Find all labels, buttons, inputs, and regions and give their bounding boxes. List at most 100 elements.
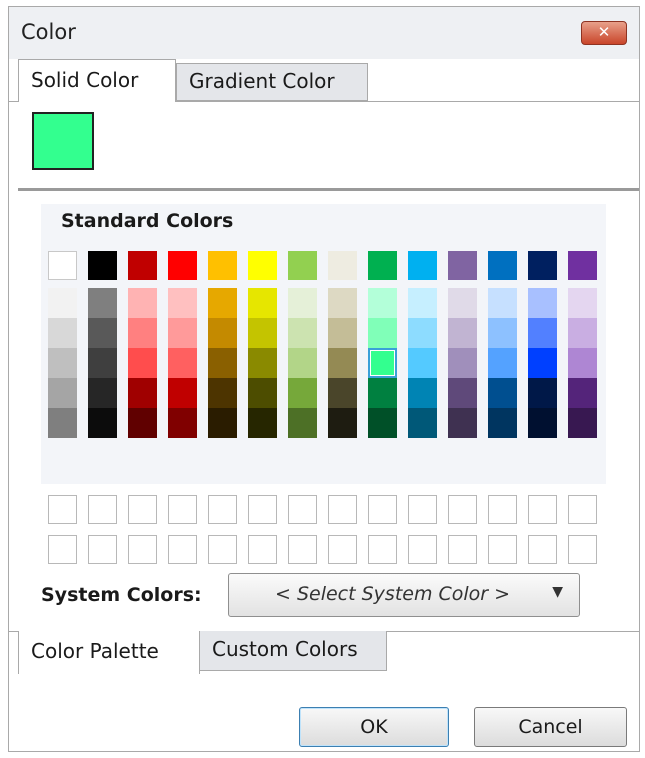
shade-color-swatch[interactable]: [288, 288, 317, 318]
shade-color-swatch[interactable]: [288, 408, 317, 438]
shade-color-swatch[interactable]: [48, 288, 77, 318]
custom-color-slot[interactable]: [568, 535, 597, 564]
custom-color-slot[interactable]: [368, 495, 397, 524]
custom-color-slot[interactable]: [128, 495, 157, 524]
custom-color-slot[interactable]: [88, 495, 117, 524]
custom-color-slot[interactable]: [528, 495, 557, 524]
shade-color-swatch[interactable]: [248, 318, 277, 348]
custom-color-slot[interactable]: [408, 495, 437, 524]
shade-color-swatch[interactable]: [488, 288, 517, 318]
shade-color-swatch[interactable]: [208, 348, 237, 378]
custom-color-slot[interactable]: [488, 535, 517, 564]
shade-color-swatch[interactable]: [168, 408, 197, 438]
shade-color-swatch[interactable]: [328, 288, 357, 318]
top-color-swatch[interactable]: [208, 251, 237, 280]
shade-color-swatch[interactable]: [448, 348, 477, 378]
custom-color-slot[interactable]: [368, 535, 397, 564]
top-color-swatch[interactable]: [288, 251, 317, 280]
shade-color-swatch[interactable]: [368, 378, 397, 408]
custom-color-slot[interactable]: [48, 495, 77, 524]
shade-color-swatch[interactable]: [328, 408, 357, 438]
shade-color-swatch[interactable]: [288, 318, 317, 348]
shade-color-swatch[interactable]: [248, 378, 277, 408]
shade-color-swatch[interactable]: [568, 408, 597, 438]
shade-color-swatch[interactable]: [208, 378, 237, 408]
shade-color-swatch[interactable]: [48, 348, 77, 378]
top-color-swatch[interactable]: [128, 251, 157, 280]
cancel-button[interactable]: Cancel: [474, 707, 627, 747]
shade-color-swatch[interactable]: [168, 378, 197, 408]
shade-color-swatch[interactable]: [248, 288, 277, 318]
custom-color-slot[interactable]: [168, 495, 197, 524]
shade-color-swatch[interactable]: [168, 288, 197, 318]
shade-color-swatch[interactable]: [568, 318, 597, 348]
top-color-swatch[interactable]: [528, 251, 557, 280]
tab-solid-color[interactable]: Solid Color: [18, 59, 176, 102]
shade-color-swatch[interactable]: [448, 318, 477, 348]
top-color-swatch[interactable]: [488, 251, 517, 280]
shade-color-swatch[interactable]: [568, 378, 597, 408]
shade-color-swatch[interactable]: [528, 408, 557, 438]
top-color-swatch[interactable]: [568, 251, 597, 280]
shade-color-swatch[interactable]: [408, 318, 437, 348]
top-color-swatch[interactable]: [88, 251, 117, 280]
custom-color-slot[interactable]: [248, 495, 277, 524]
shade-color-swatch[interactable]: [368, 318, 397, 348]
shade-color-swatch[interactable]: [408, 288, 437, 318]
custom-color-slot[interactable]: [328, 495, 357, 524]
shade-color-swatch[interactable]: [328, 318, 357, 348]
selected-color-swatch[interactable]: [368, 348, 397, 378]
shade-color-swatch[interactable]: [248, 348, 277, 378]
custom-color-slot[interactable]: [248, 535, 277, 564]
tab-custom-colors[interactable]: Custom Colors: [199, 631, 387, 671]
shade-color-swatch[interactable]: [208, 408, 237, 438]
shade-color-swatch[interactable]: [368, 288, 397, 318]
shade-color-swatch[interactable]: [448, 408, 477, 438]
shade-color-swatch[interactable]: [208, 288, 237, 318]
shade-color-swatch[interactable]: [488, 348, 517, 378]
shade-color-swatch[interactable]: [328, 378, 357, 408]
shade-color-swatch[interactable]: [128, 378, 157, 408]
shade-color-swatch[interactable]: [88, 318, 117, 348]
tab-color-palette[interactable]: Color Palette: [18, 631, 200, 674]
custom-color-slot[interactable]: [48, 535, 77, 564]
shade-color-swatch[interactable]: [528, 378, 557, 408]
system-color-dropdown[interactable]: < Select System Color > ▼: [228, 573, 580, 617]
close-button[interactable]: ✕: [581, 21, 627, 45]
shade-color-swatch[interactable]: [168, 348, 197, 378]
top-color-swatch[interactable]: [448, 251, 477, 280]
top-color-swatch[interactable]: [48, 251, 77, 280]
custom-color-slot[interactable]: [448, 495, 477, 524]
custom-color-slot[interactable]: [288, 495, 317, 524]
shade-color-swatch[interactable]: [128, 408, 157, 438]
shade-color-swatch[interactable]: [488, 378, 517, 408]
shade-color-swatch[interactable]: [568, 348, 597, 378]
custom-color-slot[interactable]: [288, 535, 317, 564]
shade-color-swatch[interactable]: [568, 288, 597, 318]
top-color-swatch[interactable]: [168, 251, 197, 280]
shade-color-swatch[interactable]: [488, 408, 517, 438]
shade-color-swatch[interactable]: [528, 348, 557, 378]
shade-color-swatch[interactable]: [288, 348, 317, 378]
custom-color-slot[interactable]: [88, 535, 117, 564]
shade-color-swatch[interactable]: [208, 318, 237, 348]
top-color-swatch[interactable]: [328, 251, 357, 280]
custom-color-slot[interactable]: [128, 535, 157, 564]
custom-color-slot[interactable]: [168, 535, 197, 564]
shade-color-swatch[interactable]: [408, 408, 437, 438]
top-color-swatch[interactable]: [248, 251, 277, 280]
top-color-swatch[interactable]: [408, 251, 437, 280]
custom-color-slot[interactable]: [448, 535, 477, 564]
custom-color-slot[interactable]: [328, 535, 357, 564]
shade-color-swatch[interactable]: [448, 378, 477, 408]
shade-color-swatch[interactable]: [88, 348, 117, 378]
shade-color-swatch[interactable]: [48, 378, 77, 408]
shade-color-swatch[interactable]: [368, 408, 397, 438]
shade-color-swatch[interactable]: [528, 288, 557, 318]
ok-button[interactable]: OK: [299, 707, 449, 747]
shade-color-swatch[interactable]: [248, 408, 277, 438]
shade-color-swatch[interactable]: [88, 408, 117, 438]
shade-color-swatch[interactable]: [48, 318, 77, 348]
shade-color-swatch[interactable]: [288, 378, 317, 408]
shade-color-swatch[interactable]: [328, 348, 357, 378]
